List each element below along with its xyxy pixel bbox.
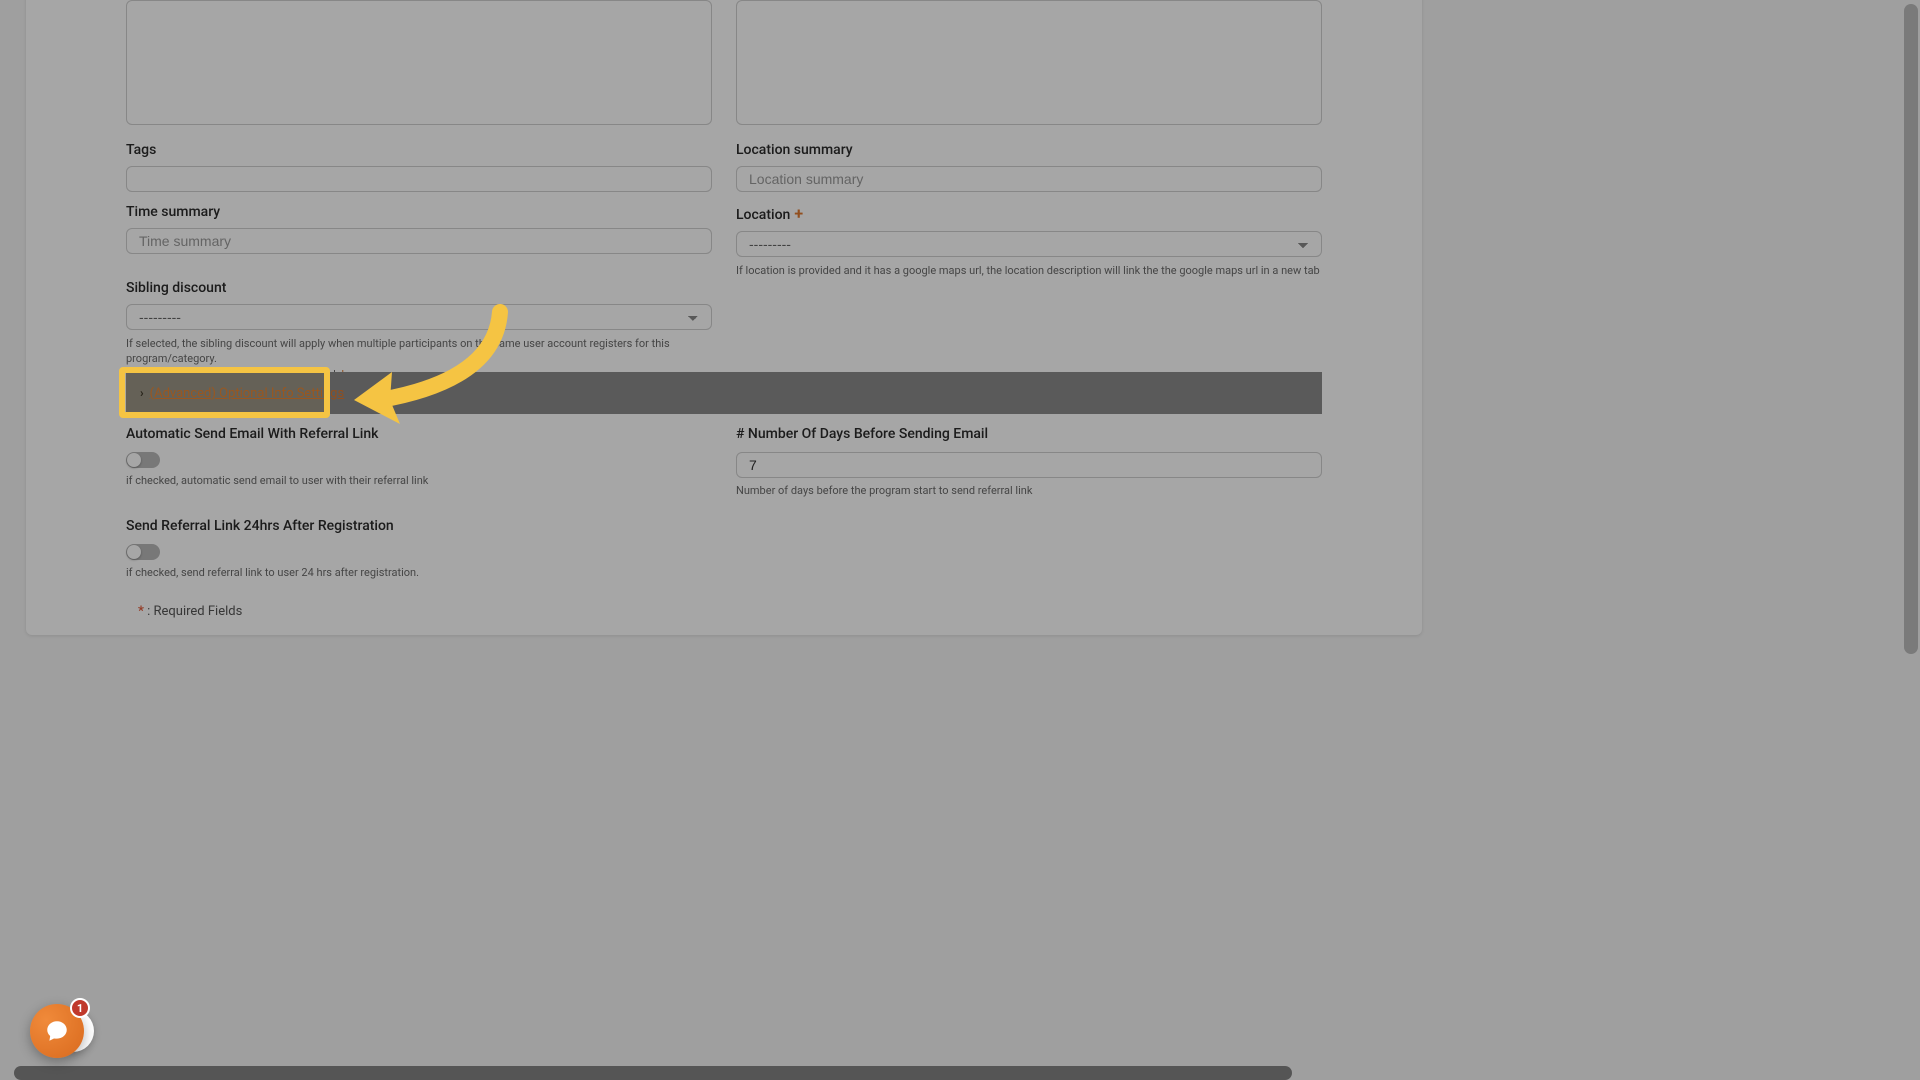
chat-icon bbox=[44, 1018, 70, 1044]
chat-count-badge: 1 bbox=[70, 998, 90, 1018]
plus-icon[interactable]: + bbox=[794, 204, 803, 223]
location-help: If location is provided and it has a goo… bbox=[736, 263, 1322, 278]
chevron-right-icon: › bbox=[140, 386, 144, 400]
form-area: Tags Location summary Time summary Locat… bbox=[126, 0, 1322, 635]
toggle-knob bbox=[127, 545, 141, 559]
settings-panel: Tags Location summary Time summary Locat… bbox=[26, 0, 1422, 635]
vertical-scrollbar[interactable] bbox=[1904, 4, 1918, 654]
advanced-collapsible-inner: › (Advanced) Optional Info Settings bbox=[132, 376, 352, 410]
time-summary-label: Time summary bbox=[126, 204, 712, 220]
num-days-input[interactable] bbox=[736, 452, 1322, 478]
tags-input[interactable] bbox=[126, 166, 712, 192]
location-select[interactable]: --------- bbox=[736, 231, 1322, 257]
advanced-link[interactable]: (Advanced) Optional Info Settings bbox=[150, 386, 345, 401]
page-viewport: Tags Location summary Time summary Locat… bbox=[0, 0, 1920, 1080]
num-days-help: Number of days before the program start … bbox=[736, 484, 1322, 497]
sibling-discount-select[interactable]: --------- bbox=[126, 304, 712, 330]
time-summary-input[interactable] bbox=[126, 228, 712, 254]
toggle-knob bbox=[127, 453, 141, 467]
sibling-discount-label: Sibling discount bbox=[126, 280, 712, 296]
location-label-text: Location bbox=[736, 207, 790, 223]
left-textarea[interactable] bbox=[126, 0, 712, 125]
required-fields-note: * : Required Fields bbox=[138, 604, 242, 619]
send-24h-label: Send Referral Link 24hrs After Registrat… bbox=[126, 518, 712, 534]
location-summary-label: Location summary bbox=[736, 142, 1322, 158]
send-24h-help: if checked, send referral link to user 2… bbox=[126, 566, 712, 579]
advanced-collapsible-bar[interactable]: › (Advanced) Optional Info Settings bbox=[126, 372, 1322, 414]
right-textarea[interactable] bbox=[736, 0, 1322, 125]
auto-email-label: Automatic Send Email With Referral Link bbox=[126, 426, 712, 442]
auto-email-help: if checked, automatic send email to user… bbox=[126, 474, 712, 487]
horizontal-scrollbar[interactable] bbox=[14, 1066, 1292, 1080]
send-24h-toggle[interactable] bbox=[126, 544, 160, 560]
chat-button[interactable]: 1 bbox=[30, 1004, 84, 1058]
location-summary-input[interactable] bbox=[736, 166, 1322, 192]
auto-email-toggle[interactable] bbox=[126, 452, 160, 468]
location-label: Location+ bbox=[736, 204, 1322, 223]
tags-label: Tags bbox=[126, 142, 712, 158]
num-days-label: # Number Of Days Before Sending Email bbox=[736, 426, 1322, 442]
